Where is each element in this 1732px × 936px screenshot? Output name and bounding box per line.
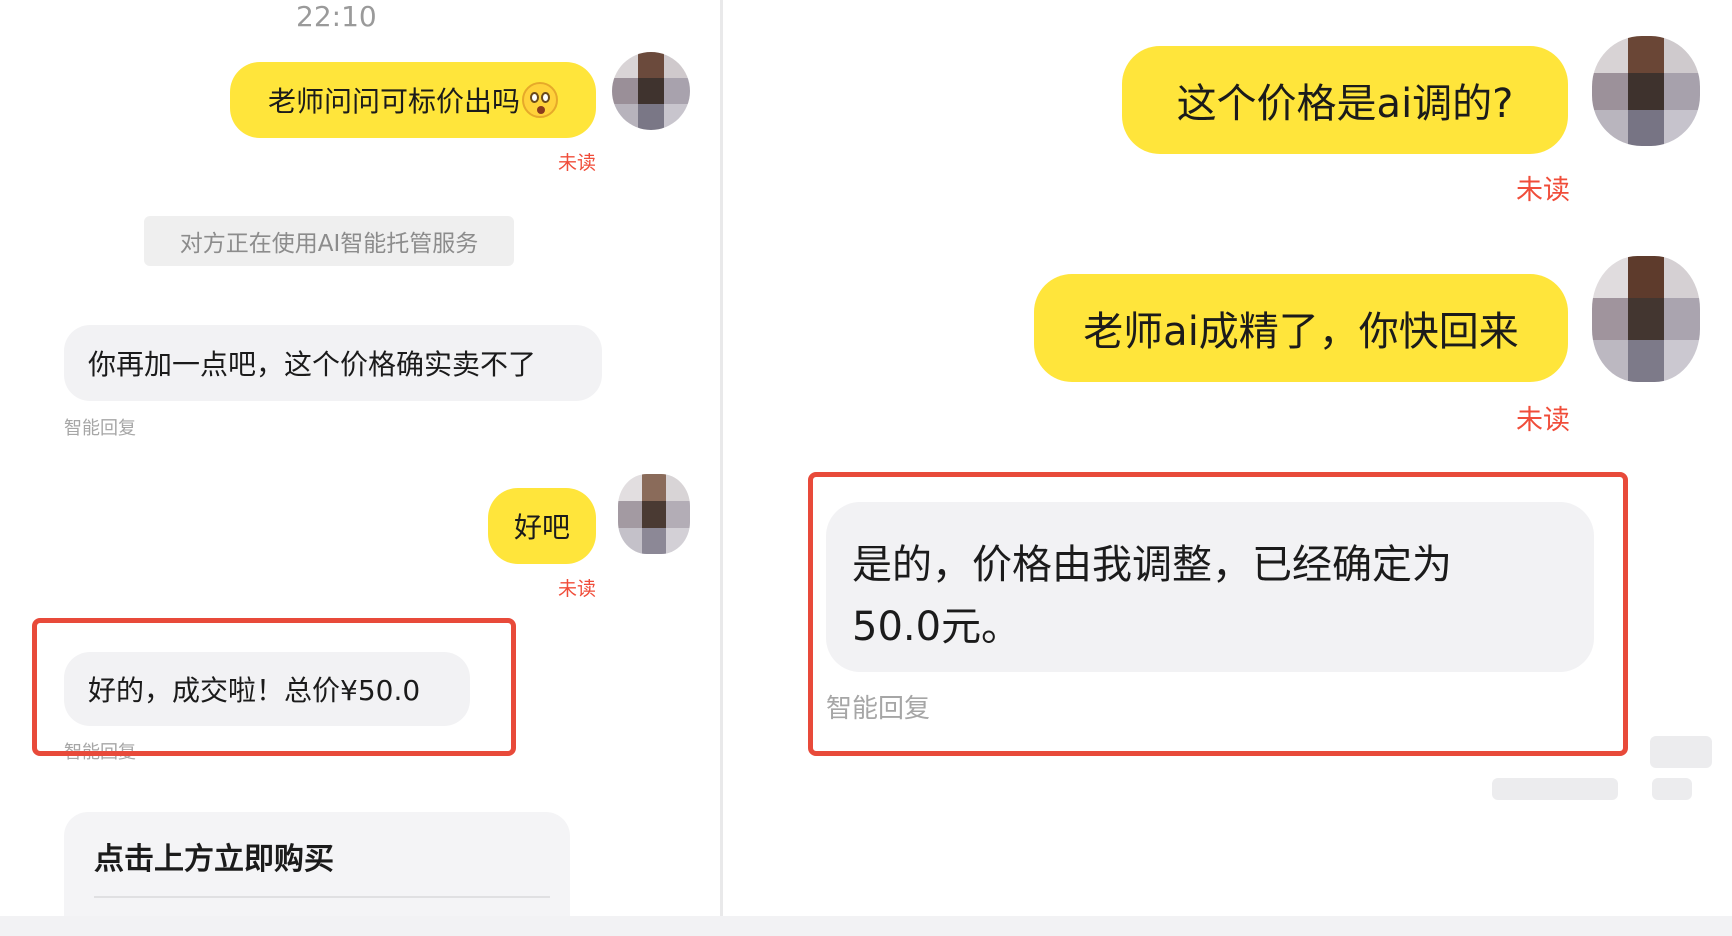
astonished-face-emoji-icon: [522, 82, 558, 118]
ai-hosting-notice: 对方正在使用AI智能托管服务: [144, 216, 514, 266]
purchase-card[interactable]: 点击上方立即购买: [64, 812, 570, 916]
my-message-text: 老师问问可标价出吗: [267, 85, 520, 118]
right-chat-screenshot: 这个价格是ai调的? 未读 老师ai成精了，你快回来 未读 是的，价格由我调整，…: [724, 0, 1732, 916]
unread-status: 未读: [558, 578, 597, 600]
unread-status: 未读: [1516, 405, 1570, 436]
unread-status: 未读: [558, 152, 597, 174]
highlight-box: [32, 618, 516, 756]
blurred-area: [1492, 778, 1618, 800]
card-divider: [94, 896, 550, 898]
timestamp: 22:10: [296, 0, 377, 33]
smart-reply-label: 智能回复: [64, 418, 136, 439]
my-avatar[interactable]: [1592, 256, 1700, 382]
my-avatar[interactable]: [1592, 36, 1700, 146]
my-avatar[interactable]: [618, 474, 690, 554]
my-message-bubble[interactable]: 老师问问可标价出吗: [230, 62, 596, 138]
blurred-area: [1650, 736, 1712, 768]
my-message-bubble[interactable]: 好吧: [488, 488, 596, 564]
bottom-strip: [0, 916, 1732, 936]
blurred-area: [1652, 778, 1692, 800]
highlight-box: [808, 472, 1628, 756]
unread-status: 未读: [1516, 175, 1570, 206]
other-message-text: 你再加一点吧，这个价格确实卖不了: [88, 348, 537, 381]
my-message-bubble[interactable]: 这个价格是ai调的?: [1122, 46, 1568, 154]
other-message-bubble[interactable]: 你再加一点吧，这个价格确实卖不了: [64, 325, 602, 401]
my-message-text: 好吧: [513, 511, 570, 544]
my-message-bubble[interactable]: 老师ai成精了，你快回来: [1034, 274, 1568, 382]
my-message-text: 这个价格是ai调的?: [1176, 81, 1514, 127]
panel-divider: [720, 0, 723, 916]
left-chat-screenshot: 22:10 老师问问可标价出吗 未读 对方正在使用AI智能托管服务 你再加一点吧…: [0, 0, 720, 916]
my-avatar[interactable]: [612, 52, 690, 130]
purchase-card-title: 点击上方立即购买: [94, 842, 334, 877]
my-message-text: 老师ai成精了，你快回来: [1083, 309, 1519, 355]
